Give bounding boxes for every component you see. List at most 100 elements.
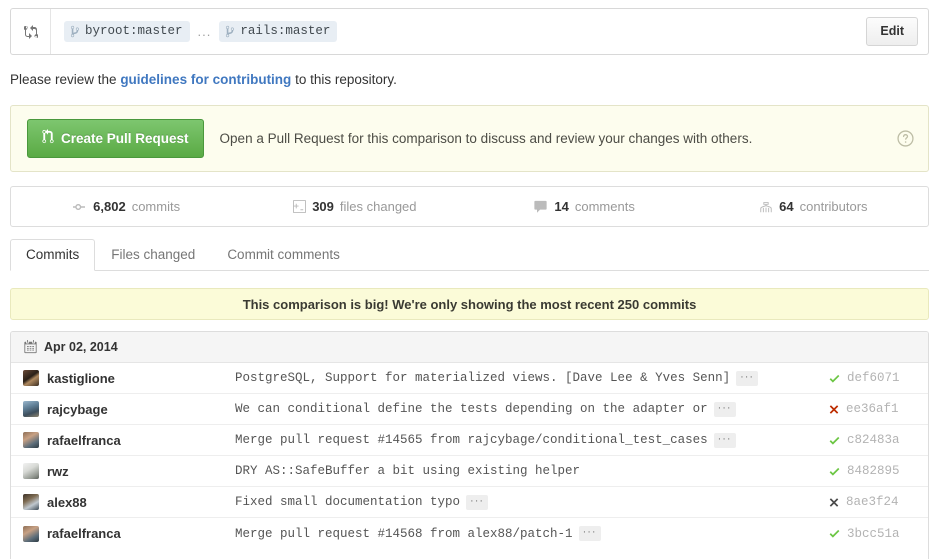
branch-icon	[70, 25, 80, 38]
table-row: rajcybage We can conditional define the …	[11, 394, 928, 425]
head-branch-label: rails:master	[240, 24, 330, 38]
commit-date-header: Apr 02, 2014	[11, 332, 928, 363]
commit-author[interactable]: alex88	[23, 494, 235, 510]
avatar	[23, 526, 39, 542]
commit-author-name[interactable]: rafaelfranca	[47, 433, 121, 448]
stat-contributors[interactable]: 64 contributors	[699, 199, 928, 214]
commit-message-text[interactable]: Merge pull request #14565 from rajcybage…	[235, 433, 708, 447]
commit-author-name[interactable]: alex88	[47, 495, 87, 510]
commit-author-name[interactable]: kastiglione	[47, 371, 115, 386]
comparison-tabs: Commits Files changed Commit comments	[10, 238, 929, 271]
commit-date-label: Apr 02, 2014	[44, 340, 118, 354]
avatar	[23, 432, 39, 448]
commit-expand-button[interactable]: ···	[736, 371, 758, 386]
commit-expand-button[interactable]: ···	[579, 526, 601, 541]
commit-sha[interactable]: 3bcc51a	[847, 527, 900, 541]
compare-header-bar: byroot:master ... rails:master Edit	[10, 8, 929, 55]
git-pull-request-icon	[42, 129, 54, 147]
files-changed-label: files changed	[340, 199, 417, 214]
commit-author[interactable]: rafaelfranca	[23, 526, 235, 542]
commit-status-and-sha: def6071	[824, 371, 916, 385]
stat-commits[interactable]: 6,802 commits	[11, 199, 240, 214]
commit-message: Fixed small documentation typo ···	[235, 495, 824, 510]
commit-sha[interactable]: 8ae3f24	[846, 495, 899, 509]
commit-author[interactable]: kastiglione	[23, 370, 235, 386]
commit-message: We can conditional define the tests depe…	[235, 402, 824, 417]
guidelines-prefix: Please review the	[10, 72, 120, 87]
commits-label: commits	[132, 199, 180, 214]
avatar	[23, 494, 39, 510]
branch-separator: ...	[197, 24, 213, 39]
check-icon[interactable]	[828, 527, 841, 540]
commit-status-and-sha: 3bcc51a	[824, 527, 916, 541]
files-changed-count: 309	[312, 199, 334, 214]
commit-expand-button[interactable]: ···	[714, 433, 736, 448]
commit-author-name[interactable]: rajcybage	[47, 402, 108, 417]
commit-author[interactable]: rwz	[23, 463, 235, 479]
head-branch-pill[interactable]: rails:master	[219, 21, 337, 42]
create-pull-request-button[interactable]: Create Pull Request	[27, 119, 204, 158]
commit-message-text[interactable]: DRY AS::SafeBuffer a bit using existing …	[235, 464, 580, 478]
pull-request-description: Open a Pull Request for this comparison …	[220, 131, 897, 146]
table-row: rwz DRY AS::SafeBuffer a bit using exist…	[11, 456, 928, 487]
tab-commit-comments[interactable]: Commit comments	[211, 239, 356, 271]
commit-message-text[interactable]: Fixed small documentation typo	[235, 495, 460, 509]
x-icon[interactable]	[828, 403, 840, 416]
commit-sha[interactable]: ee36af1	[846, 402, 899, 416]
guidelines-suffix: to this repository.	[291, 72, 397, 87]
commit-message: Merge pull request #14565 from rajcybage…	[235, 433, 824, 448]
commit-message: Merge pull request #14568 from alex88/pa…	[235, 526, 824, 541]
table-row: alex88 Fixed small documentation typo ··…	[11, 487, 928, 518]
commit-message-text[interactable]: PostgreSQL, Support for materialized vie…	[235, 371, 730, 385]
commit-author[interactable]: rafaelfranca	[23, 432, 235, 448]
guidelines-link[interactable]: guidelines for contributing	[120, 72, 291, 87]
x-icon[interactable]	[828, 496, 840, 509]
commit-message: PostgreSQL, Support for materialized vie…	[235, 371, 824, 386]
compare-page: byroot:master ... rails:master Edit Plea…	[0, 0, 939, 559]
check-icon[interactable]	[828, 372, 841, 385]
stat-comments[interactable]: 14 comments	[470, 199, 699, 214]
commit-sha[interactable]: def6071	[847, 371, 900, 385]
commits-list: Apr 02, 2014 kastiglione PostgreSQL, Sup…	[10, 331, 929, 559]
avatar	[23, 370, 39, 386]
comments-label: comments	[575, 199, 635, 214]
commit-status-and-sha: c82483a	[824, 433, 916, 447]
check-icon[interactable]	[828, 465, 841, 478]
commit-expand-button[interactable]: ···	[466, 495, 488, 510]
commit-status-and-sha: ee36af1	[824, 402, 916, 416]
question-circle-icon[interactable]	[897, 130, 914, 147]
commit-sha[interactable]: c82483a	[847, 433, 900, 447]
comments-count: 14	[554, 199, 568, 214]
stat-files-changed[interactable]: 309 files changed	[240, 199, 469, 214]
table-row: rafaelfranca Merge pull request #14565 f…	[11, 425, 928, 456]
commit-message-text[interactable]: We can conditional define the tests depe…	[235, 402, 708, 416]
branch-icon	[225, 25, 235, 38]
commit-status-and-sha: 8ae3f24	[824, 495, 916, 509]
commit-expand-button[interactable]: ···	[714, 402, 736, 417]
create-pull-request-label: Create Pull Request	[61, 131, 189, 146]
tab-commits[interactable]: Commits	[10, 239, 95, 271]
base-branch-label: byroot:master	[85, 24, 183, 38]
table-row: kastiglione PostgreSQL, Support for mate…	[11, 363, 928, 394]
base-branch-pill[interactable]: byroot:master	[64, 21, 190, 42]
commits-count: 6,802	[93, 199, 126, 214]
guidelines-notice: Please review the guidelines for contrib…	[10, 72, 397, 87]
big-comparison-banner: This comparison is big! We're only showi…	[10, 288, 929, 320]
commit-message-text[interactable]: Merge pull request #14568 from alex88/pa…	[235, 527, 573, 541]
commit-author-name[interactable]: rafaelfranca	[47, 526, 121, 541]
contributors-label: contributors	[800, 199, 868, 214]
pull-request-callout: Create Pull Request Open a Pull Request …	[10, 105, 929, 172]
check-icon[interactable]	[828, 434, 841, 447]
commit-author[interactable]: rajcybage	[23, 401, 235, 417]
comparison-stats-bar: 6,802 commits 309 files changed 14 comme…	[10, 186, 929, 227]
commit-author-name[interactable]: rwz	[47, 464, 69, 479]
comment-icon	[533, 200, 548, 214]
commit-status-and-sha: 8482895	[824, 464, 916, 478]
edit-button[interactable]: Edit	[866, 17, 918, 46]
contributors-count: 64	[779, 199, 793, 214]
file-diff-icon	[293, 199, 306, 214]
commit-sha[interactable]: 8482895	[847, 464, 900, 478]
calendar-icon	[24, 340, 37, 354]
tab-files-changed[interactable]: Files changed	[95, 239, 211, 271]
avatar	[23, 401, 39, 417]
